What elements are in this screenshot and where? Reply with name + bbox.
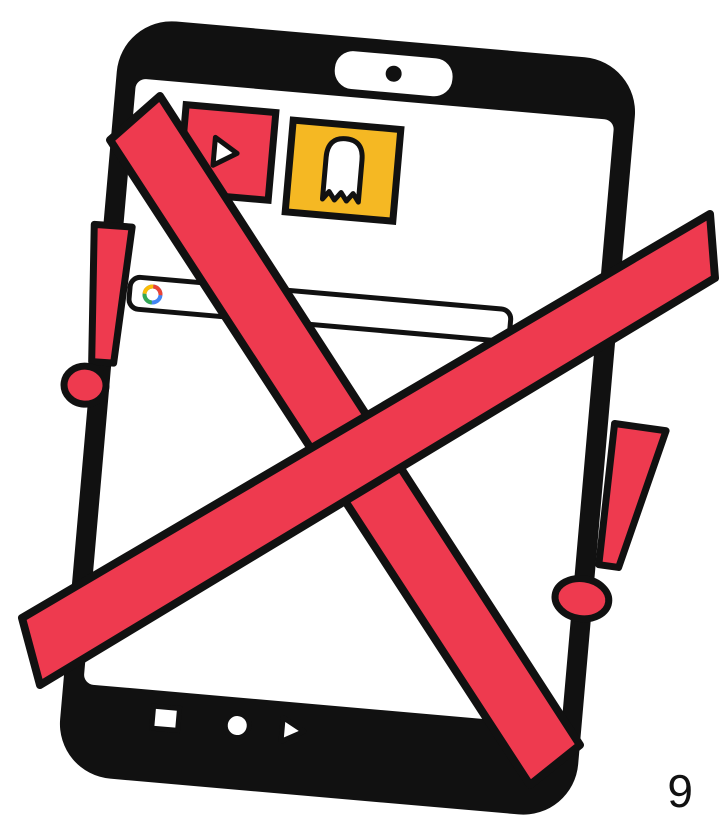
recent-apps-icon xyxy=(148,703,183,734)
page-number: 9 xyxy=(667,765,693,817)
home-icon xyxy=(222,711,252,741)
ghost-icon xyxy=(319,136,365,205)
no-phone-illustration xyxy=(18,21,719,815)
app-icon-ghost xyxy=(281,116,405,225)
